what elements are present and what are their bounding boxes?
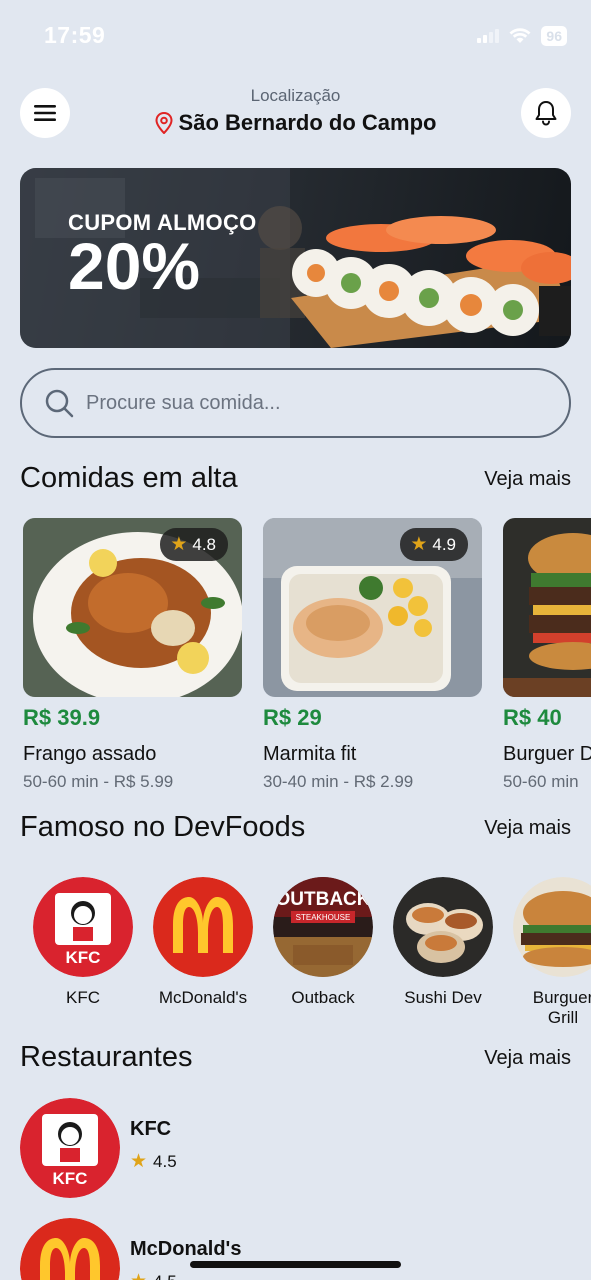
outback-subtitle: STEAKHOUSE [296, 913, 351, 922]
outback-wordmark: OUTBACK [276, 889, 371, 910]
restaurant-name: KFC [130, 1118, 172, 1140]
map-pin-icon [155, 112, 173, 134]
food-image-roast-chicken: ★ 4.8 [23, 518, 242, 697]
brand-name: Burguer Grill [532, 988, 591, 1027]
location-selector[interactable]: Localização São Bernardo do Campo [120, 86, 471, 136]
food-image-meal-box: ★ 4.9 [263, 518, 482, 697]
restaurants-see-more-link[interactable]: Veja mais [484, 1047, 571, 1070]
food-name: Marmita fit [263, 743, 357, 765]
brand-item[interactable]: Sushi Dev [383, 868, 503, 1008]
sushi-dev-logo [393, 877, 493, 977]
status-icons: 96 [477, 26, 567, 46]
burguer-grill-logo [513, 877, 591, 977]
rating-badge: ★ 4.8 [160, 528, 228, 561]
mcdonalds-logo [153, 877, 253, 977]
food-price: R$ 29 [263, 705, 322, 730]
trending-section-title: Comidas em alta [20, 462, 238, 494]
kfc-wordmark: KFC [66, 948, 101, 967]
brand-name: KFC [66, 988, 100, 1007]
kfc-logo: KFC [20, 1098, 120, 1198]
restaurants-section-title: Restaurantes [20, 1041, 193, 1073]
home-indicator [190, 1261, 401, 1268]
brand-item[interactable]: McDonald's [143, 868, 263, 1008]
star-icon: ★ [130, 1270, 147, 1280]
food-card[interactable]: ★ 4.9 R$ 29 Marmita fit 30-40 min - R$ 2… [263, 518, 482, 788]
signal-icon [477, 29, 500, 43]
food-delivery-info: 30-40 min - R$ 2.99 [263, 772, 414, 788]
search-icon [45, 389, 74, 418]
status-time: 17:59 [44, 22, 106, 48]
mcdonalds-logo [20, 1218, 120, 1280]
brand-item[interactable]: Burguer Grill [503, 868, 591, 1028]
battery-indicator: 96 [541, 26, 567, 46]
restaurant-item[interactable]: KFC KFC ★ 4.5 [20, 1098, 571, 1198]
trending-food-list[interactable]: ★ 4.8 R$ 39.9 Frango assado 50-60 min - … [23, 518, 591, 788]
food-delivery-info: 50-60 min [503, 772, 579, 788]
restaurant-name: McDonald's [130, 1238, 242, 1260]
star-icon: ★ [170, 534, 188, 555]
kfc-logo: KFC [33, 877, 133, 977]
brand-name: McDonald's [158, 988, 248, 1007]
food-card[interactable]: R$ 40 Burguer D 50-60 min [503, 518, 591, 788]
food-price: R$ 39.9 [23, 705, 101, 730]
brand-item[interactable]: KFC KFC [23, 868, 143, 1008]
food-delivery-info: 50-60 min - R$ 5.99 [23, 772, 174, 788]
star-icon: ★ [130, 1151, 148, 1172]
brand-name: Sushi Dev [404, 988, 482, 1007]
food-image-burger [503, 518, 591, 697]
famous-see-more-link[interactable]: Veja mais [484, 817, 571, 840]
status-bar: 17:59 96 [0, 0, 591, 70]
city-name: São Bernardo do Campo [178, 110, 437, 135]
location-city[interactable]: São Bernardo do Campo [120, 110, 471, 136]
kfc-wordmark: KFC [53, 1169, 88, 1188]
star-icon: ★ [410, 534, 428, 555]
food-name: Burguer D [503, 743, 591, 765]
food-name: Frango assado [23, 743, 157, 765]
food-price: R$ 40 [503, 705, 562, 730]
hamburger-icon [34, 105, 56, 121]
notifications-button[interactable] [521, 88, 571, 138]
rating-badge: ★ 4.9 [400, 528, 468, 561]
restaurant-item[interactable]: McDonald's ★ 4.5 [20, 1218, 571, 1280]
search-bar[interactable] [20, 368, 571, 438]
brand-name: Outback [291, 988, 355, 1007]
food-card[interactable]: ★ 4.8 R$ 39.9 Frango assado 50-60 min - … [23, 518, 242, 788]
famous-section-title: Famoso no DevFoods [20, 811, 306, 843]
wifi-icon [509, 28, 531, 43]
restaurant-rating: ★ 4.5 [130, 1270, 177, 1280]
restaurant-rating: ★ 4.5 [130, 1151, 177, 1172]
bell-icon [535, 101, 557, 126]
promo-banner[interactable]: CUPOM ALMOÇO 20% [20, 168, 571, 348]
trending-see-more-link[interactable]: Veja mais [484, 468, 571, 491]
menu-button[interactable] [20, 88, 70, 138]
location-label: Localização [250, 86, 341, 105]
outback-logo: OUTBACK STEAKHOUSE [273, 877, 373, 977]
search-input[interactable] [86, 391, 526, 415]
banner-discount: 20% [68, 229, 201, 303]
famous-brand-list[interactable]: KFC KFC McDonald's OUTBACK STEAKHOUSE Ou… [23, 868, 591, 1028]
sushi-platter-image [291, 216, 571, 348]
brand-item[interactable]: OUTBACK STEAKHOUSE Outback [263, 868, 383, 1008]
